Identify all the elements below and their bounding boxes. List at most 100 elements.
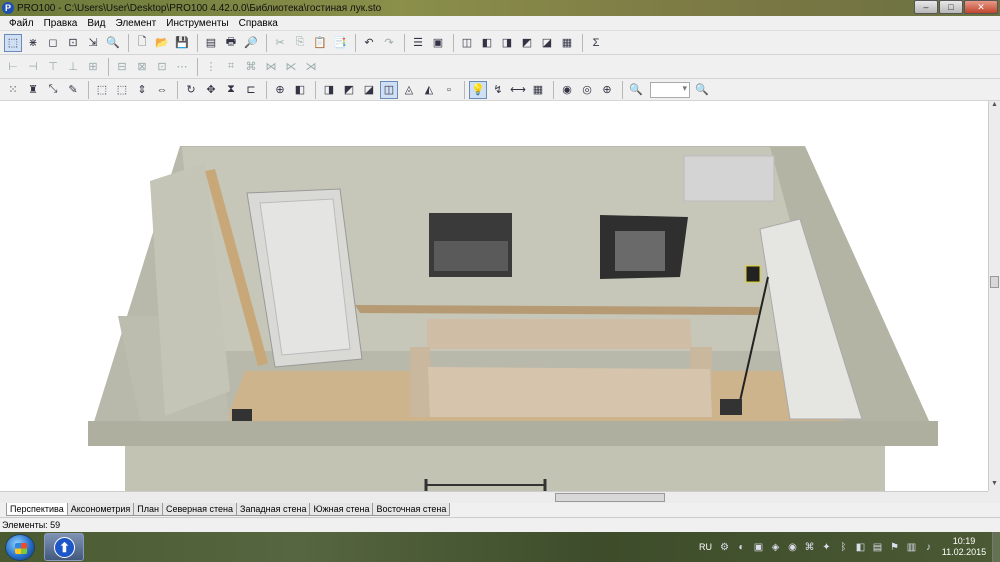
tray-app-icon[interactable]: ◐ (735, 541, 748, 554)
tb3-button-icon[interactable]: ◭ (420, 81, 438, 99)
menu-element[interactable]: Элемент (110, 18, 161, 29)
language-indicator[interactable]: RU (699, 542, 712, 552)
tb3-button-icon[interactable]: ⊕ (598, 81, 616, 99)
tb3-button-icon[interactable]: ↻ (182, 81, 200, 99)
tb2-button-icon[interactable]: ⌘ (242, 58, 260, 76)
close-button[interactable]: ✕ (964, 0, 998, 14)
zoom-level-select[interactable] (650, 81, 690, 98)
tab-perspective[interactable]: Перспектива (6, 503, 68, 516)
menu-view[interactable]: Вид (82, 18, 110, 29)
tb3-button-icon[interactable]: ◉ (558, 81, 576, 99)
vertical-scrollbar[interactable]: ▲ ▼ (988, 101, 1000, 491)
tb3-button-icon[interactable]: ◩ (340, 81, 358, 99)
rotate-icon[interactable]: ◻ (44, 34, 62, 52)
dialog-icon[interactable]: ▣ (429, 34, 447, 52)
tb3-button-icon[interactable]: ✥ (202, 81, 220, 99)
tb3-button-icon[interactable]: 🔍 (693, 81, 711, 99)
preview-page-icon[interactable]: 🔎 (242, 34, 260, 52)
tb3-button-icon[interactable]: ♜ (24, 81, 42, 99)
tb2-button-icon[interactable]: ⊡ (153, 58, 171, 76)
tab-north-wall[interactable]: Северная стена (161, 503, 238, 516)
tb2-button-icon[interactable]: ⋯ (173, 58, 191, 76)
sum-icon[interactable]: Σ (587, 34, 605, 52)
tb3-button-icon[interactable]: ◫ (380, 80, 398, 99)
network-icon[interactable]: ▥ (905, 541, 918, 554)
tab-west-wall[interactable]: Западная стена (236, 503, 311, 516)
open-folder-icon[interactable]: 📂 (153, 34, 171, 52)
save-icon[interactable]: 💾 (173, 34, 191, 52)
menu-tools[interactable]: Инструменты (161, 18, 233, 29)
perspective-viewport[interactable] (0, 101, 988, 491)
new-file-icon[interactable]: 🗋 (133, 34, 151, 52)
view5-icon[interactable]: ◪ (538, 34, 556, 52)
tb2-button-icon[interactable]: ⊣ (24, 58, 42, 76)
start-button[interactable] (5, 534, 35, 561)
view1-icon[interactable]: ◫ (458, 34, 476, 52)
tb3-button-icon[interactable]: ⤡ (44, 81, 62, 99)
tb3-button-icon[interactable]: ▫ (440, 81, 458, 99)
tray-app-icon[interactable]: ◉ (786, 541, 799, 554)
flag-icon[interactable]: ⚑ (888, 541, 901, 554)
taskbar-app-pro100[interactable]: ⬆ (44, 533, 84, 561)
tray-app-icon[interactable]: ▣ (752, 541, 765, 554)
tray-app-icon[interactable]: ◈ (769, 541, 782, 554)
tb2-button-icon[interactable]: ⋮ (202, 58, 220, 76)
tb3-button-icon[interactable]: ⟷ (509, 81, 527, 99)
tb3-button-icon[interactable]: ◎ (578, 81, 596, 99)
report-icon[interactable]: ▦ (558, 34, 576, 52)
clock[interactable]: 10:19 11.02.2015 (939, 536, 989, 558)
tb3-button-icon[interactable]: 🔍 (627, 81, 645, 99)
tb3-button-icon[interactable]: ⇔ (153, 81, 171, 99)
tab-plan[interactable]: План (133, 503, 163, 516)
tb3-button-icon[interactable]: ↯ (489, 81, 507, 99)
tb2-button-icon[interactable]: ⋊ (302, 58, 320, 76)
tb3-button-icon[interactable]: ◪ (360, 81, 378, 99)
tb3-button-icon[interactable]: ◬ (400, 81, 418, 99)
tb3-button-icon[interactable]: ⁙ (4, 81, 22, 99)
tb2-button-icon[interactable]: ⊢ (4, 58, 22, 76)
menu-edit[interactable]: Правка (39, 18, 83, 29)
tb2-button-icon[interactable]: ⊠ (133, 58, 151, 76)
node-icon[interactable]: ⊡ (64, 34, 82, 52)
tb3-button-icon[interactable]: 💡 (469, 80, 487, 99)
tray-app-icon[interactable]: ⌘ (803, 541, 816, 554)
undo-icon[interactable]: ↶ (360, 34, 378, 52)
tray-app-icon[interactable]: ◧ (854, 541, 867, 554)
tb2-button-icon[interactable]: ⊤ (44, 58, 62, 76)
tray-app-icon[interactable]: ⚙ (718, 541, 731, 554)
horizontal-scroll-thumb[interactable] (555, 493, 665, 502)
tb3-button-icon[interactable]: ▦ (529, 81, 547, 99)
copy-icon[interactable]: ⎘ (291, 34, 309, 52)
select-arrow-icon[interactable]: ⬚ (4, 33, 22, 52)
tb2-button-icon[interactable]: ⋈ (262, 58, 280, 76)
minimize-button[interactable]: – (914, 0, 938, 14)
tray-app-icon[interactable]: ✦ (820, 541, 833, 554)
cut-icon[interactable]: ✂ (271, 34, 289, 52)
paste-icon[interactable]: 📋 (311, 34, 329, 52)
tb3-button-icon[interactable]: ⇕ (133, 81, 151, 99)
tb3-button-icon[interactable]: ⧗ (222, 81, 240, 99)
tray-app-icon[interactable]: ▤ (871, 541, 884, 554)
scroll-up-icon[interactable]: ▲ (989, 101, 1000, 112)
properties-icon[interactable]: ☰ (409, 34, 427, 52)
paste-special-icon[interactable]: 📑 (331, 34, 349, 52)
tb3-button-icon[interactable]: ⊏ (242, 81, 260, 99)
tb2-button-icon[interactable]: ⊞ (84, 58, 102, 76)
volume-icon[interactable]: ♪ (922, 541, 935, 554)
tab-south-wall[interactable]: Южная стена (309, 503, 374, 516)
tb3-button-icon[interactable]: ⬚ (113, 81, 131, 99)
tb2-button-icon[interactable]: ⌗ (222, 58, 240, 76)
bluetooth-icon[interactable]: ᛒ (837, 541, 850, 554)
tb2-button-icon[interactable]: ⋉ (282, 58, 300, 76)
tb3-button-icon[interactable]: ◧ (291, 81, 309, 99)
show-desktop-button[interactable] (992, 532, 1000, 562)
tb2-button-icon[interactable]: ⊟ (113, 58, 131, 76)
view3-icon[interactable]: ◨ (498, 34, 516, 52)
tb2-button-icon[interactable]: ⊥ (64, 58, 82, 76)
view4-icon[interactable]: ◩ (518, 34, 536, 52)
move-icon[interactable]: ⇲ (84, 34, 102, 52)
menu-help[interactable]: Справка (234, 18, 283, 29)
grid-icon[interactable]: ⋇ (24, 34, 42, 52)
scroll-down-icon[interactable]: ▼ (989, 480, 1000, 491)
menu-file[interactable]: Файл (4, 18, 39, 29)
